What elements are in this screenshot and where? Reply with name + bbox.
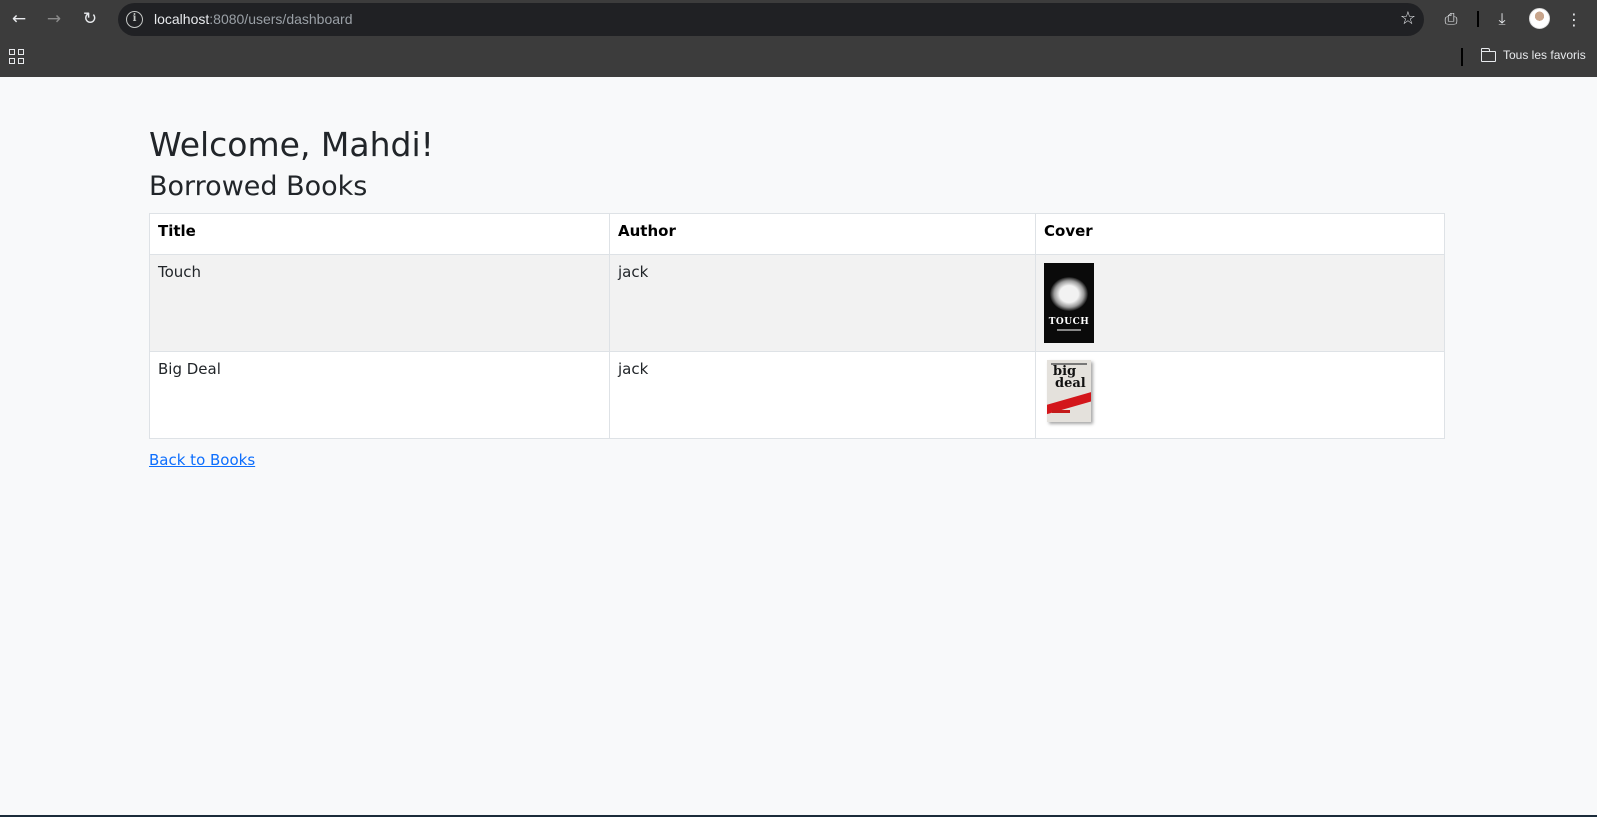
bookmark-star-icon[interactable]: ☆ — [1400, 8, 1416, 29]
borrowed-books-table: Title Author Cover Touch jack TOUCH Big … — [149, 213, 1445, 439]
url-text[interactable]: localhost:8080/users/dashboard — [154, 11, 352, 27]
apps-grid-icon[interactable] — [9, 49, 24, 64]
book-author-cell: jack — [609, 254, 1036, 352]
cover-title-text: TOUCH — [1048, 317, 1090, 327]
cover-author-line — [1052, 410, 1070, 413]
table-row: Big Deal jack big deal — [149, 351, 1445, 439]
header-cover: Cover — [1035, 213, 1445, 255]
book-author-cell: jack — [609, 351, 1036, 439]
bookmarks-bar: Tous les favoris — [0, 38, 1597, 77]
book-cover-cell: big deal — [1035, 351, 1445, 439]
url-path: :8080/users/dashboard — [209, 11, 353, 27]
bookmarks-separator — [1461, 48, 1463, 66]
back-arrow-icon[interactable]: ← — [6, 6, 32, 32]
address-bar[interactable]: i localhost:8080/users/dashboard ☆ — [118, 3, 1424, 36]
book-title-cell: Touch — [149, 254, 610, 352]
all-bookmarks-folder[interactable]: Tous les favoris — [1503, 48, 1586, 62]
extensions-icon[interactable]: ⎙ — [1438, 6, 1464, 32]
browser-toolbar: ← → ↻ i localhost:8080/users/dashboard ☆… — [0, 0, 1597, 38]
browser-chrome: ← → ↻ i localhost:8080/users/dashboard ☆… — [0, 0, 1597, 77]
profile-avatar[interactable] — [1529, 8, 1550, 29]
cover-subtitle-line — [1057, 329, 1081, 331]
url-host: localhost — [154, 11, 210, 27]
table-header-row: Title Author Cover — [149, 213, 1445, 255]
welcome-heading: Welcome, Mahdi! — [149, 125, 434, 164]
site-info-icon[interactable]: i — [126, 11, 143, 28]
page-content: Welcome, Mahdi! Borrowed Books Title Aut… — [0, 77, 1597, 817]
toolbar-separator — [1477, 11, 1479, 27]
reload-icon[interactable]: ↻ — [77, 6, 103, 32]
back-to-books-link[interactable]: Back to Books — [149, 451, 255, 469]
forward-arrow-icon[interactable]: → — [41, 6, 67, 32]
book-title-cell: Big Deal — [149, 351, 610, 439]
touch-cover-image: TOUCH — [1044, 263, 1094, 343]
header-title: Title — [149, 213, 610, 255]
big-deal-cover-image: big deal — [1047, 360, 1091, 422]
folder-icon[interactable] — [1480, 48, 1496, 62]
header-author: Author — [609, 213, 1036, 255]
borrowed-books-heading: Borrowed Books — [149, 171, 368, 202]
cover-word-2: deal — [1055, 376, 1086, 391]
book-cover-cell: TOUCH — [1035, 254, 1445, 352]
download-icon[interactable]: ⤓ — [1489, 6, 1515, 32]
table-row: Touch jack TOUCH — [149, 254, 1445, 352]
cover-splash-graphic — [1050, 277, 1088, 311]
menu-kebab-icon[interactable]: ⋮ — [1561, 6, 1587, 32]
